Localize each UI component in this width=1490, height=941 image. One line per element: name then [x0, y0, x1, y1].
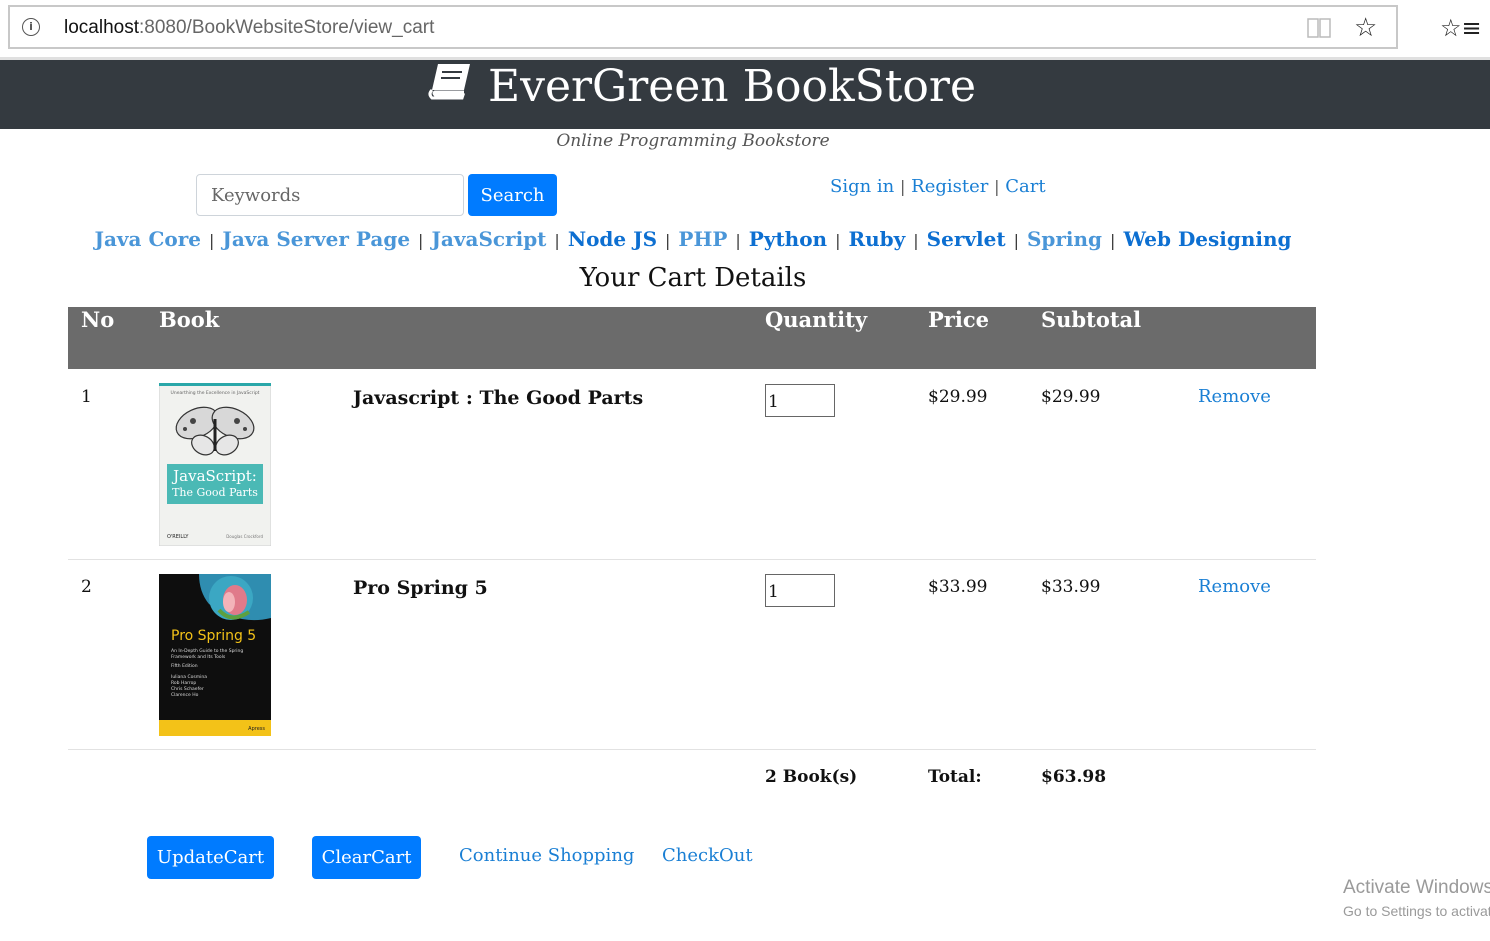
category-separator: | [735, 231, 741, 250]
favorites-list-icon[interactable]: ☆≡ [1440, 14, 1482, 42]
book-title[interactable]: Javascript : The Good Parts [353, 387, 643, 409]
row-divider [68, 749, 1316, 750]
row-number: 1 [81, 387, 92, 407]
cover-edition: Fifth Edition [171, 663, 198, 669]
category-separator: | [554, 231, 560, 250]
clear-cart-button[interactable]: ClearCart [312, 836, 421, 879]
row-divider [68, 559, 1316, 560]
cart-title: Your Cart Details [579, 263, 807, 293]
url-host: localhost [64, 17, 139, 38]
search-button[interactable]: Search [468, 174, 557, 216]
cover-author: Clarence Ho [171, 692, 199, 698]
update-cart-button[interactable]: UpdateCart [147, 836, 274, 879]
cover-author: Douglas Crockford [226, 534, 263, 539]
book-cover-javascript[interactable]: Unearthing the Excellence in JavaScript … [159, 383, 271, 546]
book-price: $33.99 [928, 577, 988, 597]
cart-total: $63.98 [1041, 767, 1107, 787]
site-title: EverGreen BookStore [488, 61, 976, 112]
activation-watermark-title: Activate Windows [1343, 877, 1490, 898]
category-nav: Java Core | Java Server Page | JavaScript | No… [0, 227, 1386, 251]
quantity-input[interactable] [765, 574, 835, 607]
cover-subtitle: An In-Depth Guide to the Spring [171, 648, 243, 654]
total-label: Total: [928, 767, 982, 787]
category-spring[interactable]: Spring [1027, 227, 1102, 251]
continue-shopping-link[interactable]: Continue Shopping [459, 845, 634, 866]
category-servlet[interactable]: Servlet [927, 227, 1006, 251]
url-text[interactable]: localhost:8080/BookWebsiteStore/view_car… [64, 17, 434, 39]
cover-publisher: O'REILLY [167, 534, 189, 540]
cover-author: Rob Harrop [171, 680, 196, 686]
book-price: $29.99 [928, 387, 988, 407]
site-tagline: Online Programming Bookstore [556, 131, 830, 151]
column-header-book: Book [159, 307, 220, 332]
url-path: :8080/BookWebsiteStore/view_cart [139, 17, 435, 38]
sign-in-link[interactable]: Sign in [830, 176, 894, 197]
cart-link[interactable]: Cart [1005, 176, 1045, 197]
book-title[interactable]: Pro Spring 5 [353, 577, 488, 599]
checkout-link[interactable]: CheckOut [662, 845, 753, 866]
category-separator: | [418, 231, 424, 250]
category-php[interactable]: PHP [678, 227, 727, 251]
category-python[interactable]: Python [749, 227, 827, 251]
account-separator: | [900, 177, 906, 196]
activation-watermark-subtitle: Go to Settings to activate Windows. [1343, 903, 1490, 919]
cover-title: JavaScript: [171, 467, 257, 485]
account-separator: | [994, 177, 1000, 196]
remove-link[interactable]: Remove [1198, 386, 1271, 407]
category-separator: | [208, 231, 215, 250]
category-separator: | [1013, 231, 1019, 250]
category-javascript[interactable]: JavaScript [431, 227, 546, 251]
book-cover-pro-spring[interactable]: Pro Spring 5 An In-Depth Guide to the Sp… [159, 574, 271, 736]
cover-title: Pro Spring 5 [171, 628, 256, 644]
star-icon[interactable]: ☆ [1354, 14, 1377, 42]
cover-subtitle: The Good Parts [172, 486, 258, 499]
book-subtotal: $29.99 [1041, 387, 1101, 407]
register-link[interactable]: Register [911, 176, 988, 197]
book-subtotal: $33.99 [1041, 577, 1101, 597]
quantity-input[interactable] [765, 384, 835, 417]
category-java-core[interactable]: Java Core [94, 227, 200, 251]
cover-publisher: Apress [248, 726, 265, 732]
cover-author: Iuliana Cosmina [171, 674, 207, 680]
remove-link[interactable]: Remove [1198, 576, 1271, 597]
search-input[interactable] [196, 174, 464, 216]
cover-author: Chris Schaefer [171, 686, 204, 692]
column-header-quantity: Quantity [765, 307, 868, 332]
cover-top-text: Unearthing the Excellence in JavaScript [171, 390, 260, 396]
category-separator: | [913, 231, 919, 250]
column-header-subtotal: Subtotal [1041, 307, 1142, 332]
category-separator: | [835, 231, 841, 250]
row-number: 2 [81, 577, 92, 597]
category-node-js[interactable]: Node JS [568, 227, 657, 251]
category-separator: | [665, 231, 671, 250]
category-java-server-page[interactable]: Java Server Page [222, 227, 410, 251]
category-web-designing[interactable]: Web Designing [1123, 227, 1291, 251]
account-links: Sign in | Register | Cart [830, 176, 1046, 197]
category-separator: | [1110, 231, 1116, 250]
reader-view-icon[interactable] [1307, 18, 1331, 38]
book-count: 2 Book(s) [765, 767, 858, 787]
info-icon[interactable]: i [22, 18, 40, 36]
category-ruby[interactable]: Ruby [849, 227, 906, 251]
column-header-price: Price [928, 307, 989, 332]
cover-subtitle: Framework and Its Tools [171, 654, 226, 660]
column-header-no: No [81, 307, 115, 332]
book-icon [428, 64, 470, 100]
